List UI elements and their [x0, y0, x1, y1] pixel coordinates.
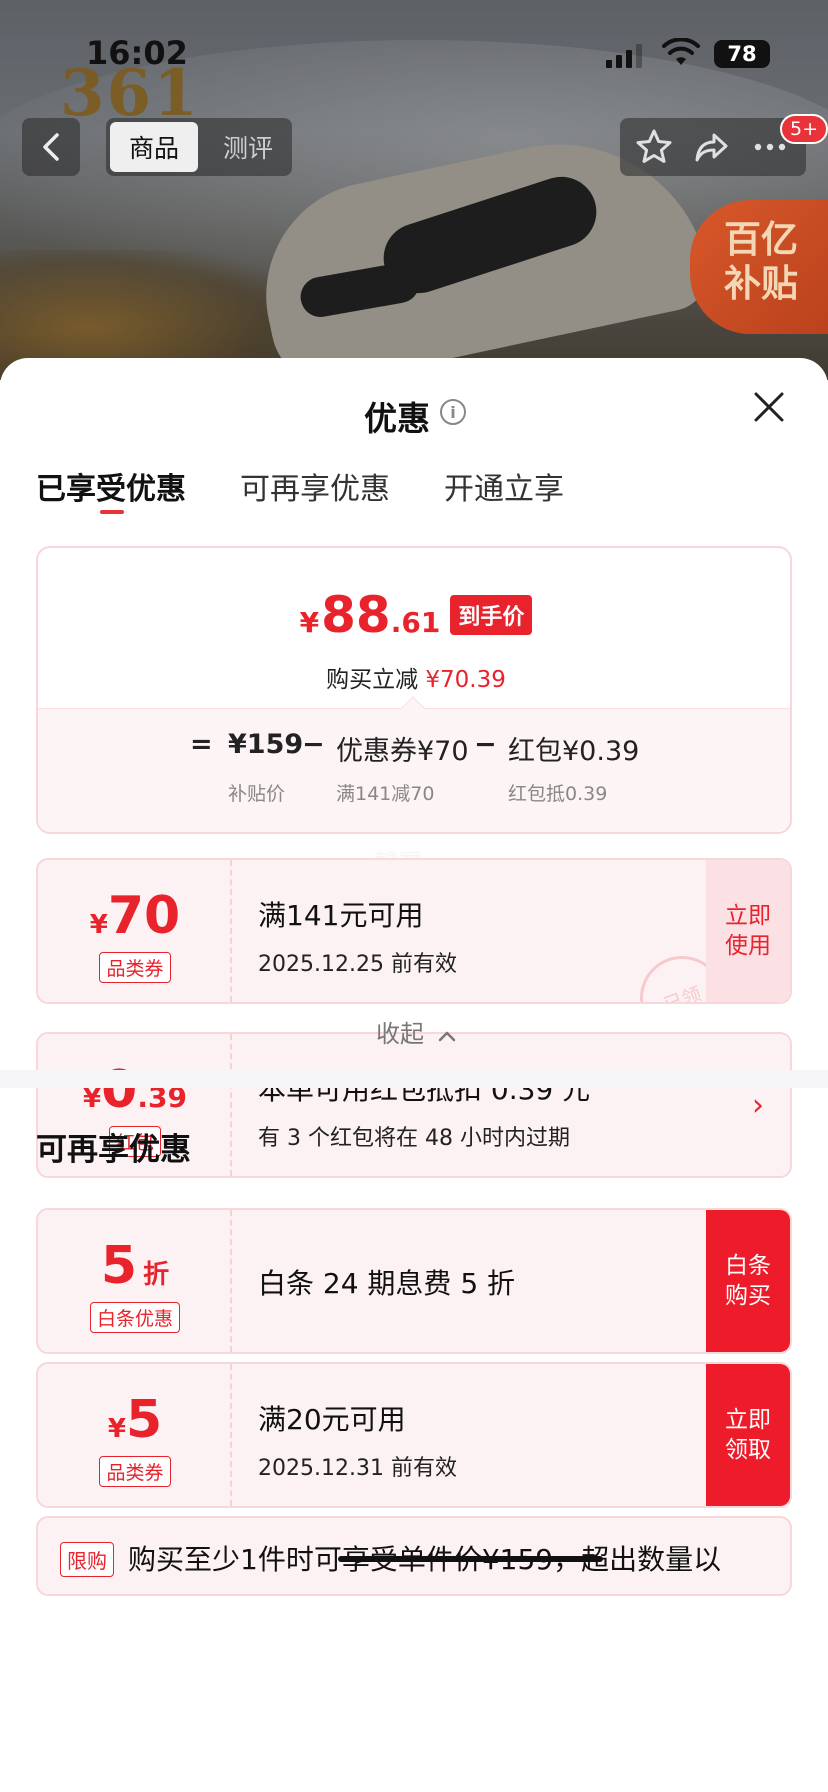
more-discounts-title: 可再享优惠	[36, 1132, 191, 1168]
cellular-signal-icon	[606, 44, 642, 68]
discount-tabs: 已享受优惠 可再享优惠 开通立享	[36, 464, 618, 514]
coupon-type-tag: 品类券	[99, 952, 171, 983]
wifi-icon	[662, 38, 700, 65]
redpacket-currency: ¥	[83, 1084, 102, 1114]
redpacket-deduction: 红包¥0.39	[508, 736, 640, 767]
subsidy-badge-line1: 百亿	[724, 218, 798, 261]
claim-now-label-1: 立即	[725, 1407, 771, 1433]
chevron-right-icon[interactable]: ›	[752, 1088, 764, 1123]
category-coupon-currency: ¥	[107, 1414, 126, 1444]
baitiao-buy-label-1: 白条	[725, 1253, 771, 1279]
subsidy-badge-line2: 补贴	[724, 262, 798, 305]
baitiao-discount-unit: 折	[143, 1260, 170, 1290]
redpacket-expiry-text: 有 3 个红包将在 48 小时内过期	[258, 1126, 570, 1151]
redpacket-amount: 0	[101, 1060, 138, 1120]
notification-badge: 5+	[780, 114, 828, 144]
reduction-label: 购买立减	[326, 667, 419, 693]
final-price-tag: 到手价	[450, 595, 533, 635]
reduction-amount: ¥70.39	[425, 667, 506, 693]
price-breakdown: = ¥159 − 优惠券¥70 − 红包¥0.39 补贴价 满141减70 红包…	[38, 708, 790, 832]
category-coupon-condition: 满20元可用	[258, 1403, 406, 1436]
currency-symbol: ¥	[299, 606, 320, 639]
category-coupon-type-tag: 品类券	[99, 1456, 171, 1487]
battery-indicator: 78	[714, 40, 770, 68]
final-price: ¥ 88 .61 到手价	[38, 586, 794, 644]
claim-now-label-2: 领取	[725, 1437, 771, 1463]
coupon-amount: 70	[107, 886, 181, 946]
star-favorite-icon[interactable]	[634, 127, 674, 167]
final-price-integer: 88	[321, 586, 391, 644]
share-icon[interactable]	[692, 127, 732, 167]
base-price: ¥159	[228, 729, 304, 760]
nav-actions	[620, 118, 806, 176]
redaction-mark	[338, 1556, 603, 1562]
category-coupon-amount: 5	[125, 1390, 163, 1450]
redpacket-deduction-label: 红包抵0.39	[508, 783, 608, 805]
tab-enjoyed-discounts[interactable]: 已享受优惠	[36, 464, 186, 514]
use-now-label-1: 立即	[725, 903, 771, 929]
coupon-deduction: 优惠券¥70	[336, 736, 469, 767]
section-divider	[0, 1070, 828, 1088]
baitiao-description: 白条 24 期息费 5 折	[258, 1267, 516, 1300]
coupon-currency: ¥	[89, 910, 108, 940]
purchase-limit-card: 限购 购买至少1件时可享受单件价¥159，超出数量以	[36, 1516, 792, 1596]
tab-open-to-enjoy[interactable]: 开通立享	[444, 464, 564, 508]
claim-now-button[interactable]: 立即 领取	[706, 1364, 790, 1506]
category-coupon-expiry: 2025.12.31 前有效	[258, 1456, 457, 1481]
minus-sign-1: −	[302, 729, 325, 760]
back-button[interactable]	[22, 118, 80, 176]
use-now-button[interactable]: 立即 使用	[706, 860, 790, 1002]
baitiao-buy-label-2: 购买	[725, 1283, 771, 1309]
minus-sign-2: −	[474, 729, 497, 760]
use-now-label-2: 使用	[725, 933, 771, 959]
coupon-deduction-label: 满141减70	[336, 783, 435, 805]
close-icon[interactable]	[750, 388, 788, 426]
collapse-button[interactable]: 收起	[376, 1014, 456, 1049]
purchase-limit-tag: 限购	[60, 1542, 114, 1577]
baitiao-type-tag: 白条优惠	[89, 1302, 180, 1333]
instant-reduction: 购买立减 ¥70.39	[38, 660, 794, 694]
equals-sign: =	[190, 729, 213, 760]
coupon-condition: 满141元可用	[258, 899, 424, 932]
chevron-up-icon	[438, 1031, 455, 1042]
subsidy-badge[interactable]: 百亿 补贴	[690, 200, 828, 334]
sheet-title: 优惠	[364, 399, 430, 438]
baitiao-buy-button[interactable]: 白条 购买	[706, 1210, 790, 1352]
discount-sheet: 优惠 i 已享受优惠 可再享优惠 开通立享 ¥ 88 .61 到手价 购买立减 …	[0, 358, 828, 1792]
tab-review[interactable]: 测评	[206, 122, 290, 172]
info-icon[interactable]: i	[440, 399, 466, 425]
chevron-left-icon	[43, 133, 59, 161]
baitiao-coupon-card[interactable]: 5 折 白条优惠 白条 24 期息费 5 折 白条购买	[36, 1208, 792, 1354]
category-coupon-card[interactable]: ¥ 5 品类券 满20元可用 2025.12.31 前有效 立即领取	[36, 1362, 792, 1508]
price-summary-card: ¥ 88 .61 到手价 购买立减 ¥70.39 = ¥159 − 优惠券¥70…	[36, 546, 792, 834]
tab-more-discounts[interactable]: 可再享优惠	[240, 464, 390, 508]
tab-product[interactable]: 商品	[110, 122, 198, 172]
collapse-label: 收起	[376, 1020, 424, 1048]
coupon-expiry: 2025.12.25 前有效	[258, 952, 457, 977]
product-review-switch: 商品 测评	[106, 118, 292, 176]
final-price-decimal: .61	[390, 606, 441, 639]
coupon-card[interactable]: ¥ 70 品类券 满141元可用 2025.12.25 前有效 已领 立即 使用	[36, 858, 792, 1004]
base-price-label: 补贴价	[228, 783, 286, 805]
status-time: 16:02	[86, 34, 188, 72]
baitiao-discount-value: 5	[100, 1236, 138, 1296]
